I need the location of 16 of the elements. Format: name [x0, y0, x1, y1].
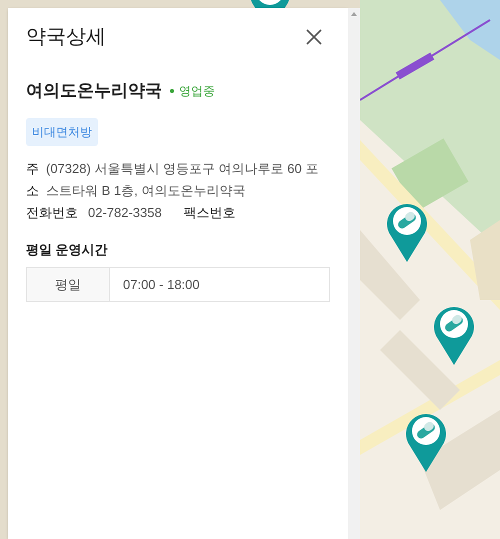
status-label: 영업중 — [179, 82, 215, 100]
close-icon — [306, 29, 322, 45]
panel-title: 약국상세 — [26, 25, 106, 50]
pharmacy-name: 여의도온누리약국 — [26, 80, 162, 102]
address-label: 주소 — [26, 160, 40, 200]
fax-label: 팩스번호 — [184, 204, 236, 222]
table-cell: 평일 — [27, 268, 110, 301]
scrollbar[interactable] — [348, 8, 360, 539]
river-area — [440, 0, 500, 60]
tag: 비대면처방 — [26, 118, 98, 146]
scroll-up-icon[interactable] — [351, 12, 357, 16]
address-text: (07328) 서울특별시 영등포구 여의나루로 60 포스트타워 B 1층, 여의도온누리약국 — [46, 160, 320, 200]
phone-label: 전화번호 — [26, 204, 78, 222]
phone-number: 02-782-3358 — [88, 204, 162, 222]
section-title: 평일 운영시간 — [26, 240, 109, 258]
table-cell-text: 07:00 - 18:00 — [122, 276, 201, 294]
